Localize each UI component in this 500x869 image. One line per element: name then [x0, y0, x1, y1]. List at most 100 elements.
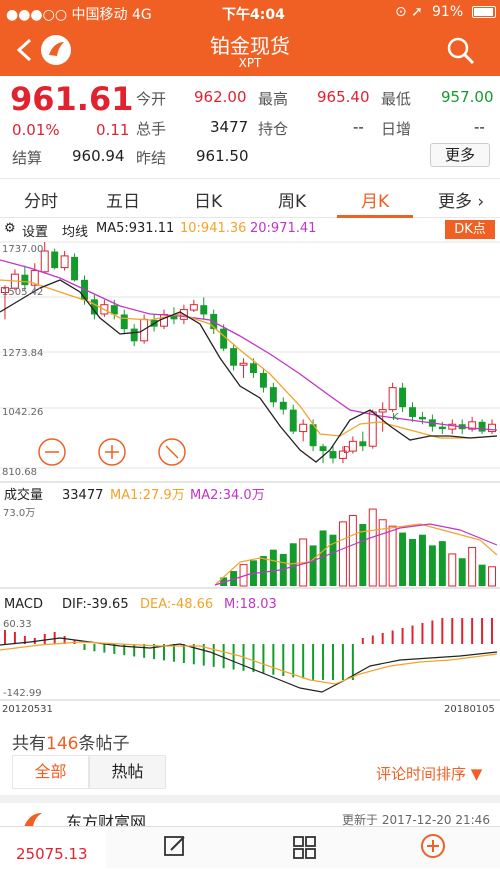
volume-bar: [468, 547, 477, 587]
dk-point-button[interactable]: DK点: [445, 220, 495, 239]
tab-week-k[interactable]: 周K: [278, 187, 306, 212]
volume-bar: [399, 532, 407, 586]
zoom-in-icon[interactable]: [98, 438, 126, 466]
macd-bar: [43, 634, 46, 644]
macd-bar: [341, 644, 344, 680]
grid-icon[interactable]: [292, 835, 318, 859]
clock: 下午4:04: [222, 7, 285, 23]
macd-bar: [491, 618, 494, 644]
tab-five-day[interactable]: 五日: [106, 187, 140, 212]
label-open: 今开: [136, 90, 167, 108]
macd-dif: DIF:-39.65: [62, 597, 129, 612]
label-settle: 结算: [12, 149, 43, 167]
volume-value: 33477: [62, 488, 103, 503]
volume-bar: [359, 524, 367, 586]
macd-bar: [252, 644, 255, 673]
candle-body: [329, 451, 337, 459]
index-ticker[interactable]: 25075.13: [0, 827, 106, 869]
change-percent: 0.01%: [12, 121, 60, 139]
y-label-1505: 1505.42: [2, 287, 43, 298]
volume-bar: [438, 541, 446, 586]
volume-label: 成交量: [4, 487, 43, 503]
macd-bar: [222, 644, 225, 669]
tab-hot-posts[interactable]: 热帖: [89, 755, 166, 789]
macd-bar: [232, 644, 235, 670]
candle-body: [478, 421, 486, 432]
volume-bars: [220, 508, 497, 587]
candle-body: [239, 362, 248, 366]
macd-m: M:18.03: [224, 597, 277, 612]
macd-bar: [421, 623, 424, 644]
value-high: 965.40: [317, 88, 370, 106]
volume-bar: [418, 534, 426, 586]
search-icon[interactable]: [446, 36, 476, 66]
value-volume: 3477: [210, 118, 249, 136]
sort-dropdown[interactable]: 评论时间排序 ▼: [376, 763, 482, 784]
label-high: 最高: [258, 90, 289, 108]
value-daily-change: --: [474, 118, 485, 136]
tab-minute[interactable]: 分时: [24, 187, 58, 212]
volume-bar: [409, 538, 416, 586]
volume-ma1: MA1:27.9万: [110, 488, 185, 503]
macd-bar: [431, 620, 434, 644]
macd-bar: [172, 644, 175, 662]
edit-icon[interactable]: [163, 835, 187, 859]
macd-bar: [212, 644, 215, 667]
period-tabs: 分时 五日 日K 周K 月K 更多 ›: [0, 178, 500, 218]
location-icon: ⊙ ➚: [395, 4, 423, 20]
ma20-value: 20:971.41: [250, 221, 317, 236]
settings-button[interactable]: 设置: [22, 221, 48, 240]
more-button[interactable]: 更多: [430, 143, 490, 167]
value-low: 957.00: [441, 88, 494, 106]
active-tab-indicator: [337, 215, 413, 218]
status-bar: ●●●○○ 中国移动 4G 下午4:04 ⊙ ➚ 91%: [0, 0, 500, 24]
kline-grid: [0, 241, 500, 701]
candle-body: [378, 409, 387, 413]
label-low: 最低: [381, 90, 412, 108]
candle-body: [120, 314, 128, 330]
volume-bar: [348, 514, 357, 587]
tab-month-k[interactable]: 月K: [361, 187, 389, 212]
candle-body: [130, 328, 138, 342]
macd-max: 60.33: [3, 619, 32, 630]
macd-histogram: [3, 618, 494, 680]
kline-chart[interactable]: 1737.00 1505.42 1273.84 1042.26 810.68 D…: [0, 240, 500, 722]
date-start: 20120531: [2, 704, 53, 715]
macd-bar: [451, 618, 454, 644]
volume-bar: [478, 564, 486, 586]
tab-more[interactable]: 更多 ›: [438, 187, 484, 212]
macd-bar: [262, 644, 265, 674]
value-settle: 960.94: [72, 147, 125, 165]
ma5-line: [0, 279, 498, 463]
divider: [0, 795, 500, 803]
add-watchlist-icon[interactable]: [420, 833, 446, 859]
macd-bar: [461, 618, 464, 644]
macd-bar: [481, 618, 484, 644]
macd-bar: [331, 644, 334, 680]
last-price: 961.61: [10, 80, 134, 118]
fullscreen-icon[interactable]: [158, 438, 186, 466]
battery-level: 91%: [432, 4, 464, 20]
ma20-line: [0, 259, 498, 431]
tab-all-posts[interactable]: 全部: [12, 755, 89, 789]
y-label-810: 810.68: [2, 467, 37, 478]
mark-k: K: [392, 412, 399, 423]
post-count: 共有146条帖子: [12, 729, 129, 754]
volume-bar: [289, 543, 297, 586]
nav-bar: 铂金现货 XPT: [0, 24, 500, 76]
candle-body: [299, 423, 308, 433]
gear-icon[interactable]: ⚙: [4, 221, 16, 236]
macd-bar: [3, 630, 6, 644]
y-label-1737: 1737.00: [2, 244, 43, 255]
candle-body: [259, 373, 267, 388]
macd-bar: [143, 644, 146, 658]
macd-bar: [371, 635, 374, 644]
carrier: ●●●○○ 中国移动 4G: [6, 7, 152, 23]
zoom-out-icon[interactable]: [38, 438, 66, 466]
macd-bar: [381, 633, 384, 644]
ma10-value: 10:941.36: [180, 221, 247, 236]
macd-label: MACD: [4, 597, 43, 612]
tab-day-k[interactable]: 日K: [194, 187, 222, 212]
candle-body: [399, 387, 407, 408]
macd-bar: [411, 625, 414, 644]
